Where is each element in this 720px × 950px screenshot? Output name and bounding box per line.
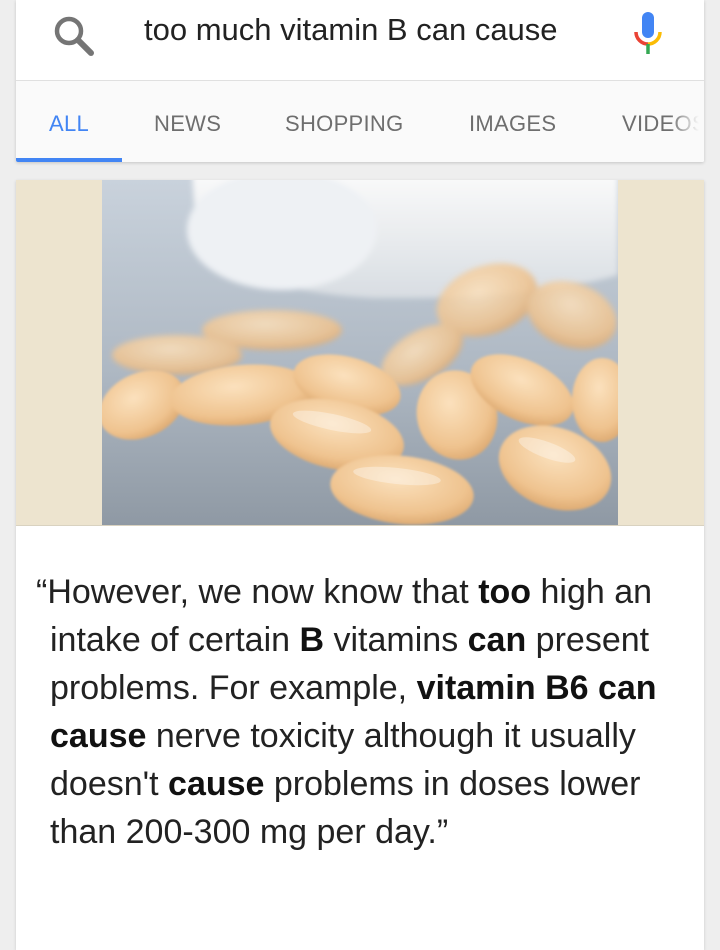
search-tabs: ALL NEWS SHOPPING IMAGES VIDEOS <box>16 81 704 162</box>
search-bar[interactable]: too much vitamin B can cause <box>16 0 704 80</box>
snippet-run: vitamins <box>324 621 468 659</box>
tab-news[interactable]: NEWS <box>154 111 221 137</box>
active-tab-indicator <box>16 158 122 162</box>
snippet-highlight: cause <box>168 765 265 803</box>
snippet-text: “However, we now know that too high an i… <box>36 568 700 856</box>
image-band <box>16 180 704 526</box>
tab-shopping[interactable]: SHOPPING <box>285 111 404 137</box>
tabs-fade <box>670 81 704 162</box>
featured-snippet-card: “However, we now know that too high an i… <box>16 180 704 950</box>
snippet-run: “However, we now know that <box>36 573 479 611</box>
tab-images[interactable]: IMAGES <box>469 111 556 137</box>
snippet-highlight: too <box>478 573 532 611</box>
tab-all[interactable]: ALL <box>49 111 89 137</box>
search-icon[interactable] <box>52 14 96 58</box>
search-query[interactable]: too much vitamin B can cause <box>144 12 558 48</box>
snippet-highlight: can <box>467 621 527 659</box>
snippet-highlight: B <box>299 621 325 659</box>
vitamin-pills-photo[interactable] <box>102 180 618 525</box>
microphone-icon[interactable] <box>630 10 666 58</box>
search-header: too much vitamin B can cause ALL NEWS SH… <box>16 0 704 162</box>
